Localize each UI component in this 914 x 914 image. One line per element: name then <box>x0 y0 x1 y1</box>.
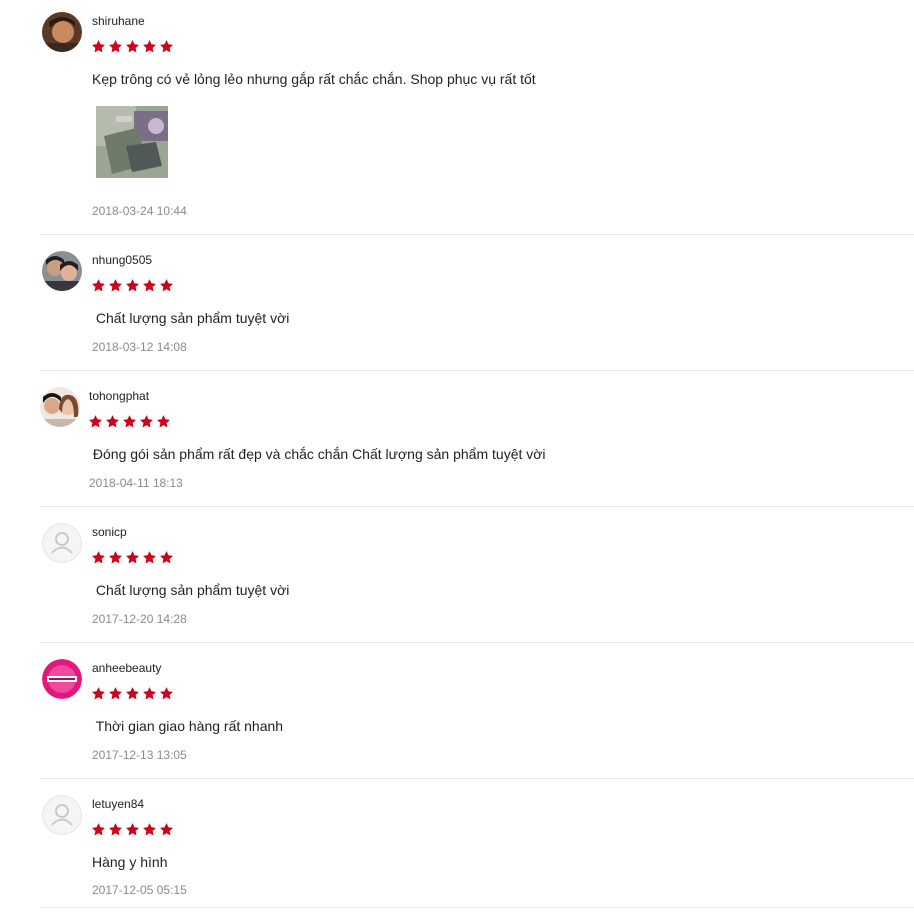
star-icon <box>123 415 136 428</box>
star-rating <box>91 278 174 294</box>
review-timestamp: 2017-12-05 05:15 <box>92 883 187 897</box>
star-icon <box>92 279 105 292</box>
star-icon <box>143 551 156 564</box>
user-avatar[interactable] <box>40 387 80 427</box>
star-icon <box>126 687 139 700</box>
review-item: sonicp Chất lượng sản phẩm tuyệt vời 201… <box>40 507 914 643</box>
star-icon <box>160 551 173 564</box>
default-user-icon[interactable] <box>42 523 82 563</box>
star-icon <box>109 823 122 836</box>
brand-logo-avatar[interactable] <box>42 659 82 699</box>
star-icon <box>109 40 122 53</box>
review-comment: Chất lượng sản phẩm tuyệt vời <box>92 310 290 326</box>
review-item: shiruhane Kẹp trông có vẻ lỏng lẻo nhưng… <box>40 0 914 235</box>
review-timestamp: 2018-04-11 18:13 <box>89 476 183 490</box>
star-icon <box>126 823 139 836</box>
star-rating <box>91 822 174 838</box>
review-comment: Đóng gói sản phẩm rất đẹp và chắc chắn C… <box>89 446 546 462</box>
review-username[interactable]: sonicp <box>92 525 127 539</box>
review-comment: Hàng y hình <box>92 854 168 870</box>
review-username[interactable]: nhung0505 <box>92 253 152 267</box>
star-rating <box>91 39 174 55</box>
star-icon <box>106 415 119 428</box>
star-icon <box>160 687 173 700</box>
star-icon <box>92 551 105 564</box>
review-username[interactable]: anheebeauty <box>92 661 161 675</box>
review-item: nhung0505 Chất lượng sản phẩm tuyệt vời … <box>40 235 914 371</box>
star-icon <box>143 279 156 292</box>
star-icon <box>126 40 139 53</box>
review-username[interactable]: shiruhane <box>92 14 145 28</box>
review-username[interactable]: tohongphat <box>89 389 149 403</box>
review-item: tohongphat Đóng gói sản phẩm rất đẹp và … <box>40 371 914 507</box>
review-item: letuyen84 Hàng y hình 2017-12-05 05:15 <box>40 779 914 908</box>
star-icon <box>143 40 156 53</box>
star-icon <box>126 279 139 292</box>
star-icon <box>140 415 153 428</box>
star-icon <box>126 551 139 564</box>
star-icon <box>92 823 105 836</box>
star-icon <box>160 823 173 836</box>
user-avatar[interactable] <box>42 251 82 291</box>
star-icon <box>92 40 105 53</box>
star-icon <box>109 551 122 564</box>
review-timestamp: 2017-12-13 13:05 <box>92 748 187 762</box>
review-username[interactable]: letuyen84 <box>92 797 144 811</box>
star-icon <box>109 279 122 292</box>
star-rating <box>88 414 171 430</box>
star-icon <box>92 687 105 700</box>
review-comment: Chất lượng sản phẩm tuyệt vời <box>92 582 290 598</box>
user-avatar[interactable] <box>42 12 82 52</box>
review-comment: Kẹp trông có vẻ lỏng lẻo nhưng gắp rất c… <box>92 71 536 87</box>
star-icon <box>89 415 102 428</box>
star-icon <box>160 279 173 292</box>
star-icon <box>143 687 156 700</box>
star-icon <box>160 40 173 53</box>
star-rating <box>91 550 174 566</box>
review-timestamp: 2017-12-20 14:28 <box>92 612 187 626</box>
review-item: anheebeauty Thời gian giao hàng rất nhan… <box>40 643 914 779</box>
star-rating <box>91 686 174 702</box>
default-user-icon[interactable] <box>42 795 82 835</box>
review-timestamp: 2018-03-12 14:08 <box>92 340 187 354</box>
star-icon <box>109 687 122 700</box>
review-comment: Thời gian giao hàng rất nhanh <box>92 718 284 734</box>
star-icon <box>143 823 156 836</box>
star-icon <box>157 415 170 428</box>
review-photo[interactable] <box>96 106 168 178</box>
review-timestamp: 2018-03-24 10:44 <box>92 204 187 218</box>
